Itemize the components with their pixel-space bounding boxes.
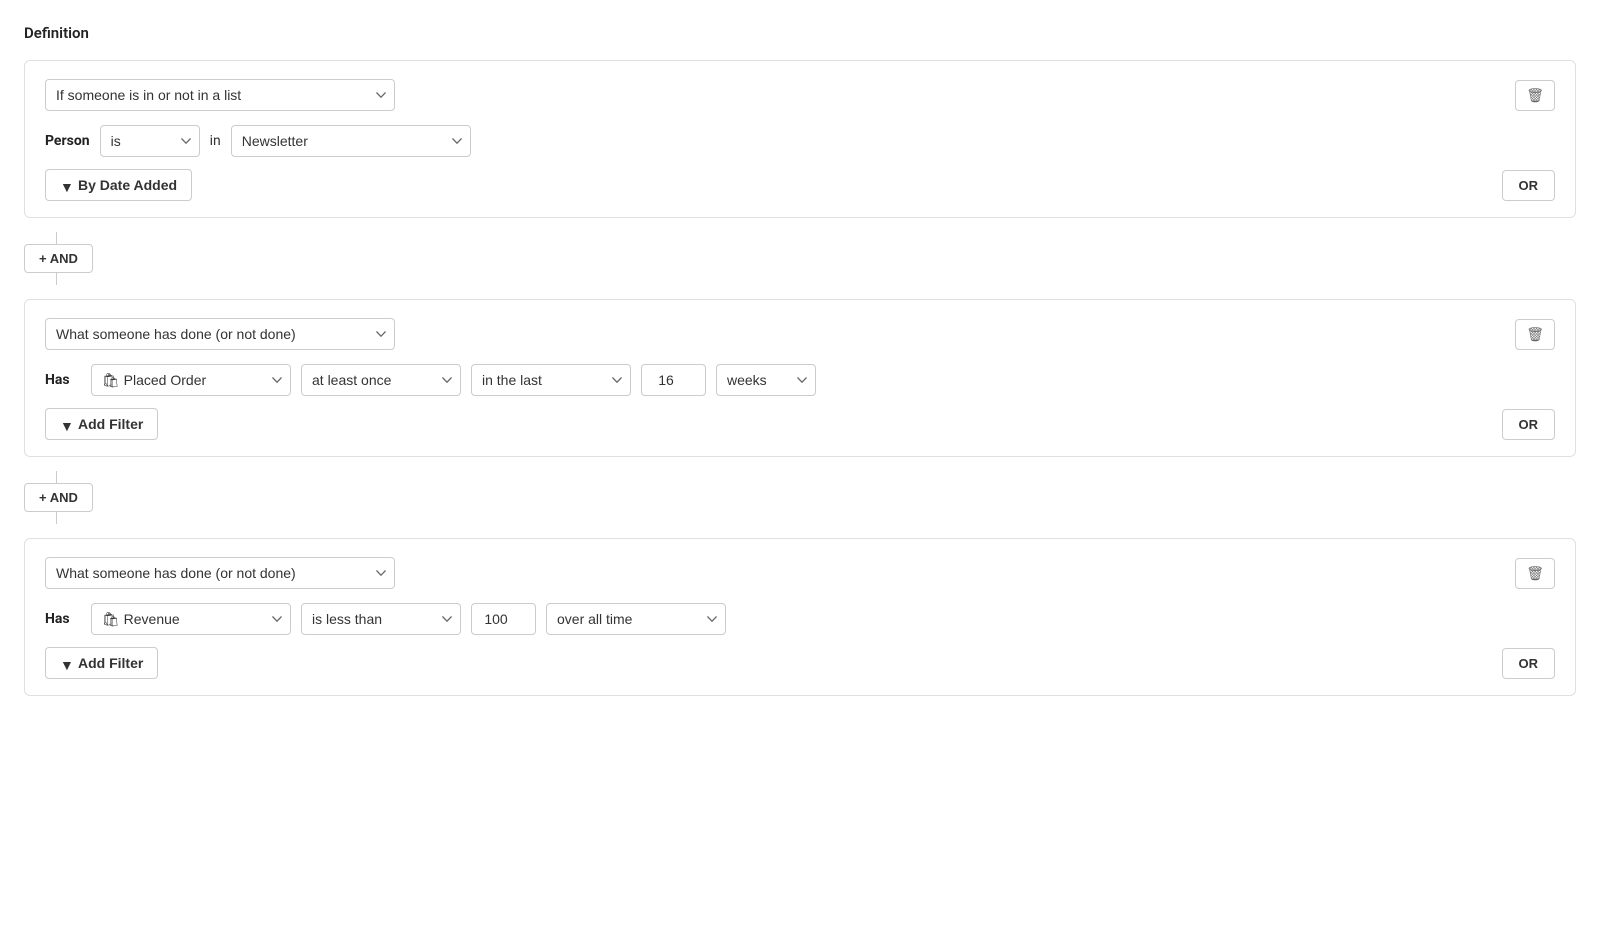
trash-icon-2: 🗑	[1526, 326, 1544, 343]
time-range-select[interactable]: in the last	[471, 364, 631, 396]
or-button-1[interactable]: OR	[1502, 170, 1556, 201]
comparison-select[interactable]: is less than	[301, 603, 461, 635]
and-line-top-1	[56, 232, 57, 244]
trash-icon-1: 🗑	[1526, 87, 1544, 104]
add-filter-button-2[interactable]: ▼ Add Filter	[45, 408, 158, 440]
condition-block-3: What someone has done (or not done) 🗑 Ha…	[24, 538, 1576, 696]
condition-type-select-2[interactable]: What someone has done (or not done)	[45, 318, 395, 350]
and-connector-1: + AND	[24, 218, 1576, 299]
add-filter-label-2: Add Filter	[78, 416, 143, 432]
time-unit-select[interactable]: weeks	[716, 364, 816, 396]
and-line-bottom-1	[56, 273, 57, 285]
over-all-time-select[interactable]: over all time	[546, 603, 726, 635]
condition-type-select-1[interactable]: If someone is in or not in a list	[45, 79, 395, 111]
and-line-top-2	[56, 471, 57, 483]
filter-icon-2: ▼	[60, 418, 72, 430]
number-input-2[interactable]	[641, 364, 706, 396]
condition-type-select-3[interactable]: What someone has done (or not done)	[45, 557, 395, 589]
revenue-select[interactable]: 🛍 Revenue	[91, 603, 291, 635]
and-button-1[interactable]: + AND	[24, 244, 93, 273]
or-button-2[interactable]: OR	[1502, 409, 1556, 440]
by-date-added-label: By Date Added	[78, 177, 177, 193]
condition-block-1: If someone is in or not in a list 🗑 Pers…	[24, 60, 1576, 218]
placed-order-select[interactable]: 🛍 Placed Order	[91, 364, 291, 396]
by-date-added-button[interactable]: ▼ By Date Added	[45, 169, 192, 201]
and-connector-2: + AND	[24, 457, 1576, 538]
frequency-select[interactable]: at least once	[301, 364, 461, 396]
person-is-select[interactable]: is	[100, 125, 200, 157]
condition-block-2: What someone has done (or not done) 🗑 Ha…	[24, 299, 1576, 457]
page-title: Definition	[24, 24, 1576, 42]
trash-icon-3: 🗑	[1526, 565, 1544, 582]
or-button-3[interactable]: OR	[1502, 648, 1556, 679]
number-input-3[interactable]	[471, 603, 536, 635]
and-line-bottom-2	[56, 512, 57, 524]
in-label: in	[210, 133, 221, 149]
person-label: Person	[45, 133, 90, 149]
add-filter-button-3[interactable]: ▼ Add Filter	[45, 647, 158, 679]
delete-button-2[interactable]: 🗑	[1515, 319, 1555, 350]
delete-button-3[interactable]: 🗑	[1515, 558, 1555, 589]
delete-button-1[interactable]: 🗑	[1515, 80, 1555, 111]
newsletter-select[interactable]: Newsletter	[231, 125, 471, 157]
and-button-2[interactable]: + AND	[24, 483, 93, 512]
has-label-3: Has	[45, 611, 81, 627]
has-label-2: Has	[45, 372, 81, 388]
filter-icon-3: ▼	[60, 657, 72, 669]
filter-icon-1: ▼	[60, 179, 72, 191]
add-filter-label-3: Add Filter	[78, 655, 143, 671]
